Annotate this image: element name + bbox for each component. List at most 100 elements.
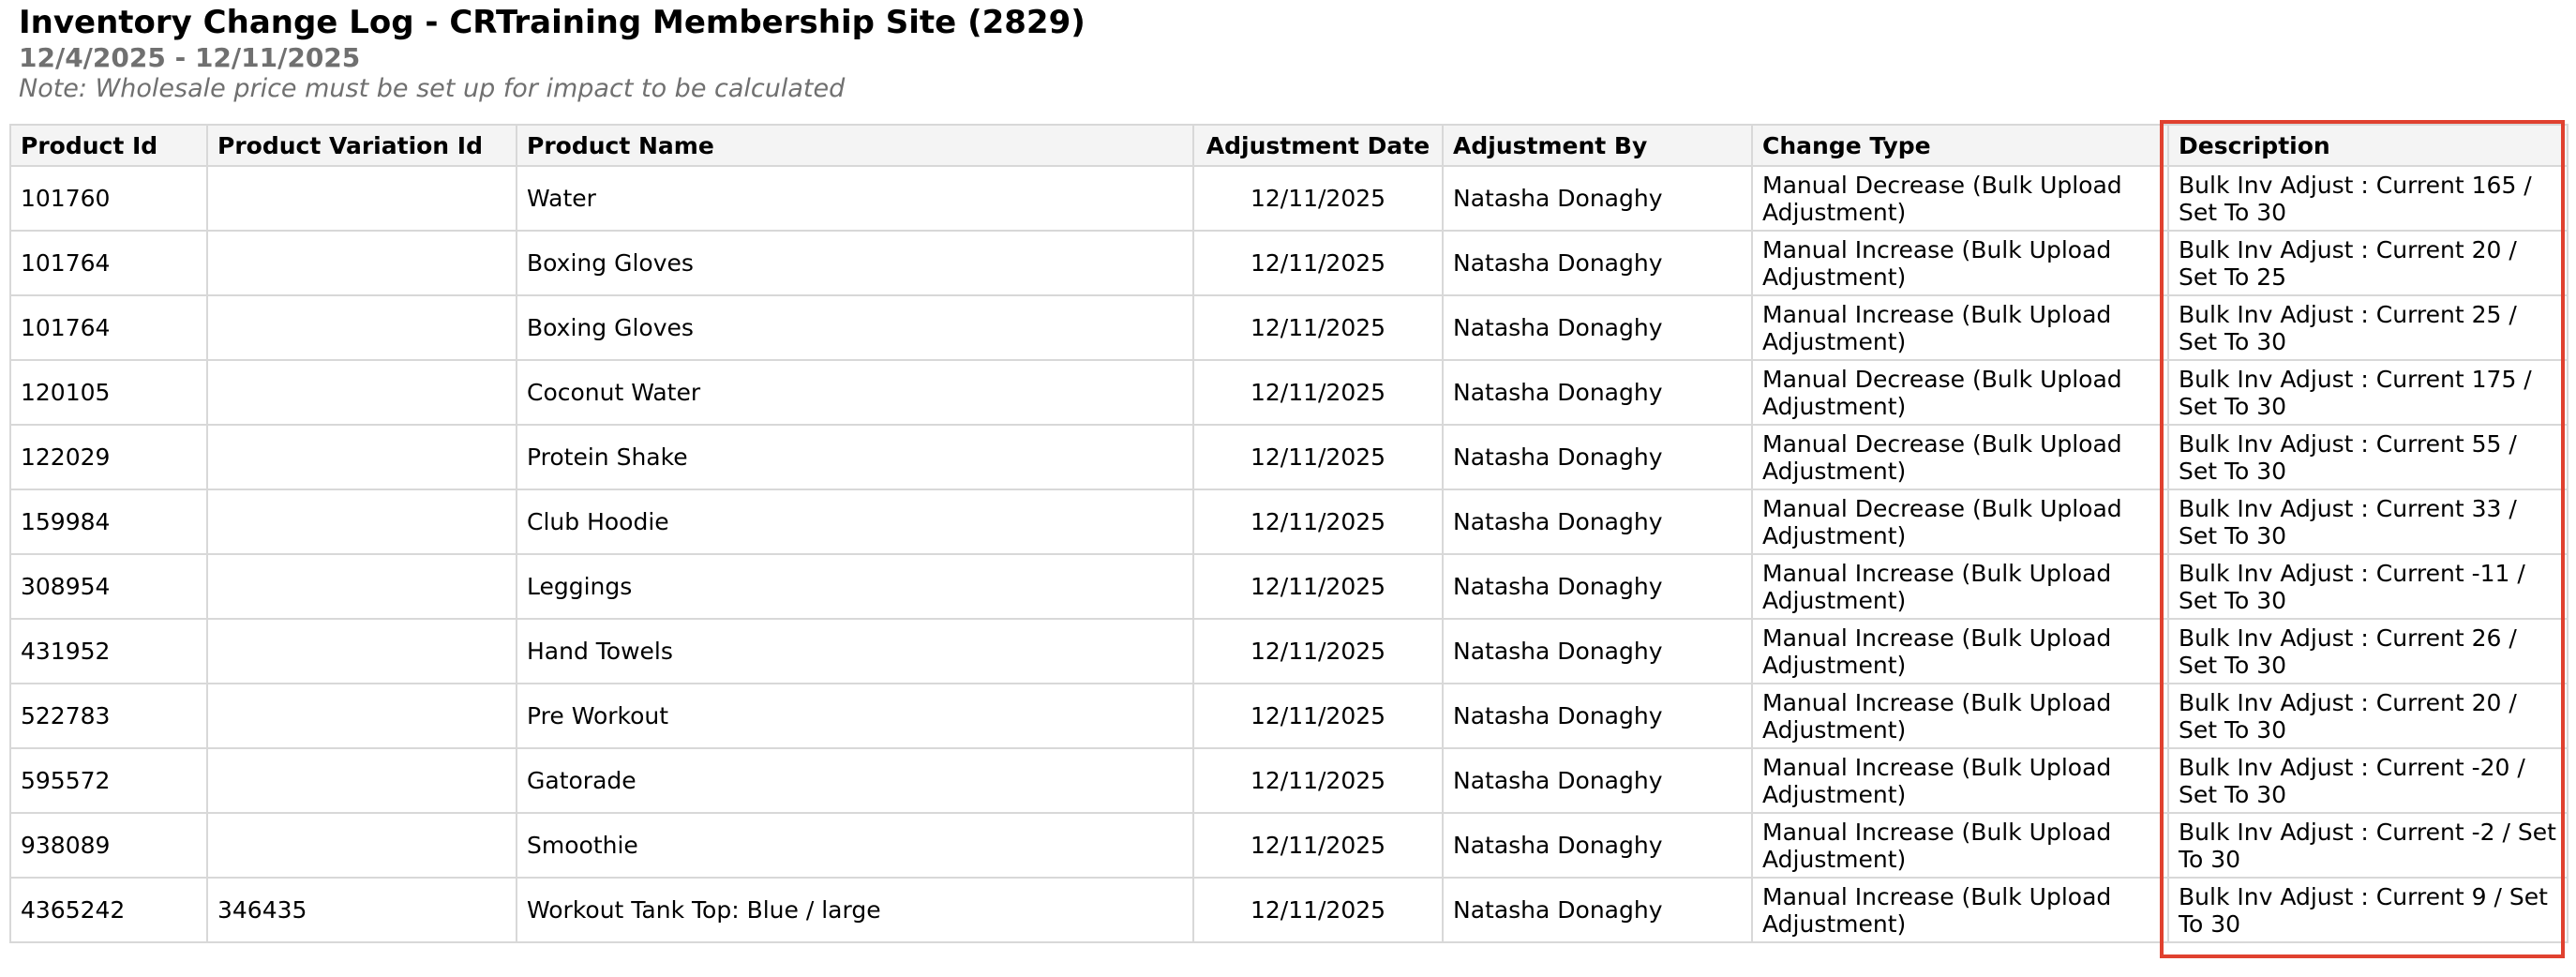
cell-adjustment-by: Natasha Donaghy [1442,359,1753,426]
report-note: Note: Wholesale price must be set up for… [19,74,846,103]
cell-adjustment-date: 12/11/2025 [1192,812,1444,879]
cell-product-id: 522783 [9,683,208,749]
report-header: Inventory Change Log - CRTraining Member… [19,2,1086,105]
table-row: 595572 Gatorade 12/11/2025 Natasha Donag… [9,747,2569,814]
cell-adjustment-by: Natasha Donaghy [1442,294,1753,361]
cell-change-type: Manual Increase (Bulk Upload Adjustment) [1751,812,2169,879]
cell-adjustment-date: 12/11/2025 [1192,424,1444,490]
table-row: 122029 Protein Shake 12/11/2025 Natasha … [9,424,2569,490]
cell-product-name: Pre Workout [516,683,1194,749]
table-row: 159984 Club Hoodie 12/11/2025 Natasha Do… [9,488,2569,555]
cell-adjustment-by: Natasha Donaghy [1442,812,1753,879]
cell-adjustment-by: Natasha Donaghy [1442,877,1753,943]
cell-description: Bulk Inv Adjust : Current 175 / Set To 3… [2167,359,2569,426]
cell-change-type: Manual Decrease (Bulk Upload Adjustment) [1751,359,2169,426]
cell-product-id: 101764 [9,230,208,296]
cell-adjustment-by: Natasha Donaghy [1442,165,1753,232]
cell-description: Bulk Inv Adjust : Current -11 / Set To 3… [2167,553,2569,620]
cell-adjustment-date: 12/11/2025 [1192,230,1444,296]
cell-adjustment-by: Natasha Donaghy [1442,230,1753,296]
cell-product-name: Club Hoodie [516,488,1194,555]
cell-product-id: 595572 [9,747,208,814]
cell-change-type: Manual Increase (Bulk Upload Adjustment) [1751,747,2169,814]
cell-change-type: Manual Decrease (Bulk Upload Adjustment) [1751,424,2169,490]
cell-product-name: Coconut Water [516,359,1194,426]
cell-product-id: 122029 [9,424,208,490]
cell-variation-id: 346435 [206,877,517,943]
cell-product-id: 159984 [9,488,208,555]
table-header-row: Product Id Product Variation Id Product … [9,124,2569,167]
table-row: 308954 Leggings 12/11/2025 Natasha Donag… [9,553,2569,620]
cell-adjustment-date: 12/11/2025 [1192,747,1444,814]
column-header-product-variation-id[interactable]: Product Variation Id [206,124,517,167]
table-row: 120105 Coconut Water 12/11/2025 Natasha … [9,359,2569,426]
cell-variation-id [206,165,517,232]
cell-product-name: Boxing Gloves [516,230,1194,296]
cell-product-name: Protein Shake [516,424,1194,490]
cell-change-type: Manual Increase (Bulk Upload Adjustment) [1751,294,2169,361]
cell-description: Bulk Inv Adjust : Current -2 / Set To 30 [2167,812,2569,879]
cell-adjustment-date: 12/11/2025 [1192,683,1444,749]
cell-adjustment-date: 12/11/2025 [1192,618,1444,684]
cell-product-id: 308954 [9,553,208,620]
cell-description: Bulk Inv Adjust : Current -20 / Set To 3… [2167,747,2569,814]
cell-variation-id [206,488,517,555]
report-title: Inventory Change Log - CRTraining Member… [19,4,1086,41]
inventory-change-table: Product Id Product Variation Id Product … [9,124,2569,943]
cell-change-type: Manual Decrease (Bulk Upload Adjustment) [1751,488,2169,555]
cell-change-type: Manual Increase (Bulk Upload Adjustment) [1751,618,2169,684]
cell-product-id: 4365242 [9,877,208,943]
cell-change-type: Manual Increase (Bulk Upload Adjustment) [1751,553,2169,620]
cell-product-id: 101760 [9,165,208,232]
cell-description: Bulk Inv Adjust : Current 20 / Set To 25 [2167,230,2569,296]
cell-product-name: Hand Towels [516,618,1194,684]
cell-product-name: Smoothie [516,812,1194,879]
cell-adjustment-by: Natasha Donaghy [1442,683,1753,749]
cell-product-id: 101764 [9,294,208,361]
cell-product-name: Workout Tank Top: Blue / large [516,877,1194,943]
cell-change-type: Manual Increase (Bulk Upload Adjustment) [1751,877,2169,943]
cell-product-name: Boxing Gloves [516,294,1194,361]
cell-adjustment-by: Natasha Donaghy [1442,553,1753,620]
table-row: 431952 Hand Towels 12/11/2025 Natasha Do… [9,618,2569,684]
cell-product-id: 938089 [9,812,208,879]
cell-product-name: Gatorade [516,747,1194,814]
cell-description: Bulk Inv Adjust : Current 20 / Set To 30 [2167,683,2569,749]
column-header-description[interactable]: Description [2167,124,2569,167]
cell-adjustment-by: Natasha Donaghy [1442,424,1753,490]
cell-description: Bulk Inv Adjust : Current 33 / Set To 30 [2167,488,2569,555]
cell-adjustment-date: 12/11/2025 [1192,359,1444,426]
cell-variation-id [206,618,517,684]
cell-adjustment-date: 12/11/2025 [1192,294,1444,361]
cell-adjustment-date: 12/11/2025 [1192,553,1444,620]
cell-variation-id [206,424,517,490]
cell-variation-id [206,230,517,296]
cell-change-type: Manual Increase (Bulk Upload Adjustment) [1751,230,2169,296]
column-header-adjustment-by[interactable]: Adjustment By [1442,124,1753,167]
cell-adjustment-date: 12/11/2025 [1192,488,1444,555]
table-row: 101764 Boxing Gloves 12/11/2025 Natasha … [9,294,2569,361]
column-header-product-name[interactable]: Product Name [516,124,1194,167]
cell-variation-id [206,294,517,361]
cell-adjustment-date: 12/11/2025 [1192,877,1444,943]
cell-adjustment-date: 12/11/2025 [1192,165,1444,232]
table-row: 101764 Boxing Gloves 12/11/2025 Natasha … [9,230,2569,296]
cell-description: Bulk Inv Adjust : Current 9 / Set To 30 [2167,877,2569,943]
cell-adjustment-by: Natasha Donaghy [1442,747,1753,814]
cell-product-id: 431952 [9,618,208,684]
column-header-adjustment-date[interactable]: Adjustment Date [1192,124,1444,167]
cell-change-type: Manual Increase (Bulk Upload Adjustment) [1751,683,2169,749]
cell-description: Bulk Inv Adjust : Current 165 / Set To 3… [2167,165,2569,232]
cell-variation-id [206,553,517,620]
table-row: 938089 Smoothie 12/11/2025 Natasha Donag… [9,812,2569,879]
cell-product-name: Leggings [516,553,1194,620]
column-header-product-id[interactable]: Product Id [9,124,208,167]
column-header-change-type[interactable]: Change Type [1751,124,2169,167]
table-row: 4365242 346435 Workout Tank Top: Blue / … [9,877,2569,943]
cell-adjustment-by: Natasha Donaghy [1442,488,1753,555]
table-row: 101760 Water 12/11/2025 Natasha Donaghy … [9,165,2569,232]
cell-variation-id [206,359,517,426]
cell-change-type: Manual Decrease (Bulk Upload Adjustment) [1751,165,2169,232]
report-date-range: 12/4/2025 - 12/11/2025 [19,42,361,73]
cell-description: Bulk Inv Adjust : Current 26 / Set To 30 [2167,618,2569,684]
